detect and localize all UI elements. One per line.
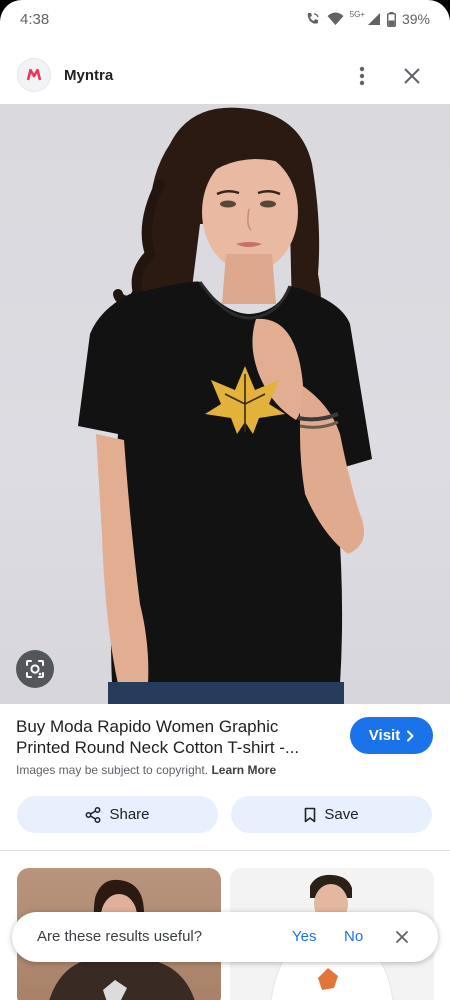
lens-icon xyxy=(26,660,44,678)
bookmark-icon xyxy=(305,807,316,822)
myntra-logo-icon xyxy=(27,69,41,81)
feedback-question: Are these results useful? xyxy=(37,928,203,945)
battery-level: 39% xyxy=(401,11,430,27)
status-bar: 4:38 5G+ 39% xyxy=(0,0,450,38)
visit-button[interactable]: Visit xyxy=(350,717,433,754)
wifi-icon xyxy=(327,12,344,25)
site-name: Myntra xyxy=(64,67,114,84)
close-button[interactable] xyxy=(398,62,426,90)
myntra-logo xyxy=(17,58,51,92)
lens-search-button[interactable] xyxy=(16,650,54,688)
feedback-dismiss-button[interactable] xyxy=(391,926,413,948)
network-type: 5G+ xyxy=(349,9,365,19)
save-label: Save xyxy=(324,806,359,823)
feedback-toast: Are these results useful? Yes No xyxy=(12,912,438,962)
share-icon xyxy=(86,806,101,823)
share-button[interactable]: Share xyxy=(17,796,218,833)
product-image[interactable] xyxy=(0,104,450,704)
source-header: Myntra xyxy=(0,50,450,104)
close-icon xyxy=(404,68,420,84)
status-time: 4:38 xyxy=(20,10,50,28)
more-options-button[interactable] xyxy=(350,62,374,90)
more-vert-icon xyxy=(359,66,365,86)
save-button[interactable]: Save xyxy=(231,796,432,833)
signal-icon xyxy=(367,13,380,25)
product-title[interactable]: Buy Moda Rapido Women Graphic Printed Ro… xyxy=(16,716,334,758)
product-title-line1: Buy Moda Rapido Women Graphic xyxy=(16,717,279,736)
copyright-notice: Images may be subject to copyright. Lear… xyxy=(16,763,276,777)
copyright-text: Images may be subject to copyright. xyxy=(16,763,209,777)
wifi-calling-icon xyxy=(307,13,319,24)
chevron-right-icon xyxy=(407,730,414,741)
share-label: Share xyxy=(109,806,150,823)
battery-icon xyxy=(386,11,396,27)
learn-more-link[interactable]: Learn More xyxy=(211,763,276,777)
model-photo xyxy=(78,107,372,704)
product-title-line2: Printed Round Neck Cotton T-shirt -... xyxy=(16,738,300,757)
divider xyxy=(0,850,450,851)
visit-label: Visit xyxy=(368,727,401,744)
status-icons: 5G+ 39% xyxy=(305,9,430,27)
screen: 4:38 5G+ 39% Myntra Buy Moda Rapido Wome… xyxy=(0,0,450,1000)
feedback-no-button[interactable]: No xyxy=(344,928,363,945)
close-icon xyxy=(396,931,408,943)
feedback-yes-button[interactable]: Yes xyxy=(292,928,316,945)
